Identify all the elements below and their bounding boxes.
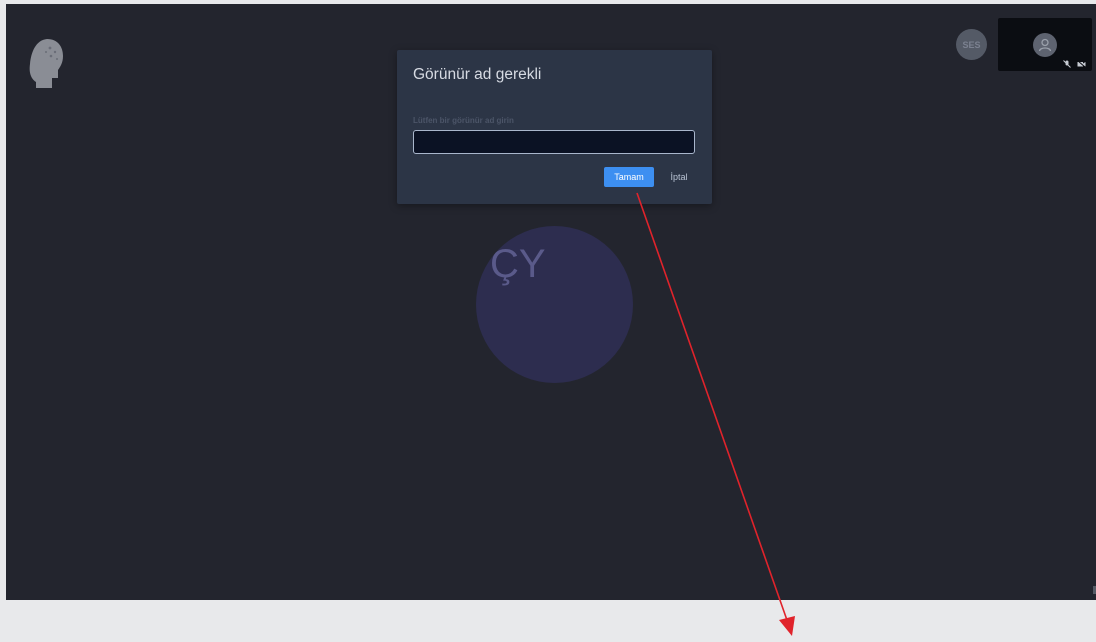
annotation-arrow [636,192,795,636]
